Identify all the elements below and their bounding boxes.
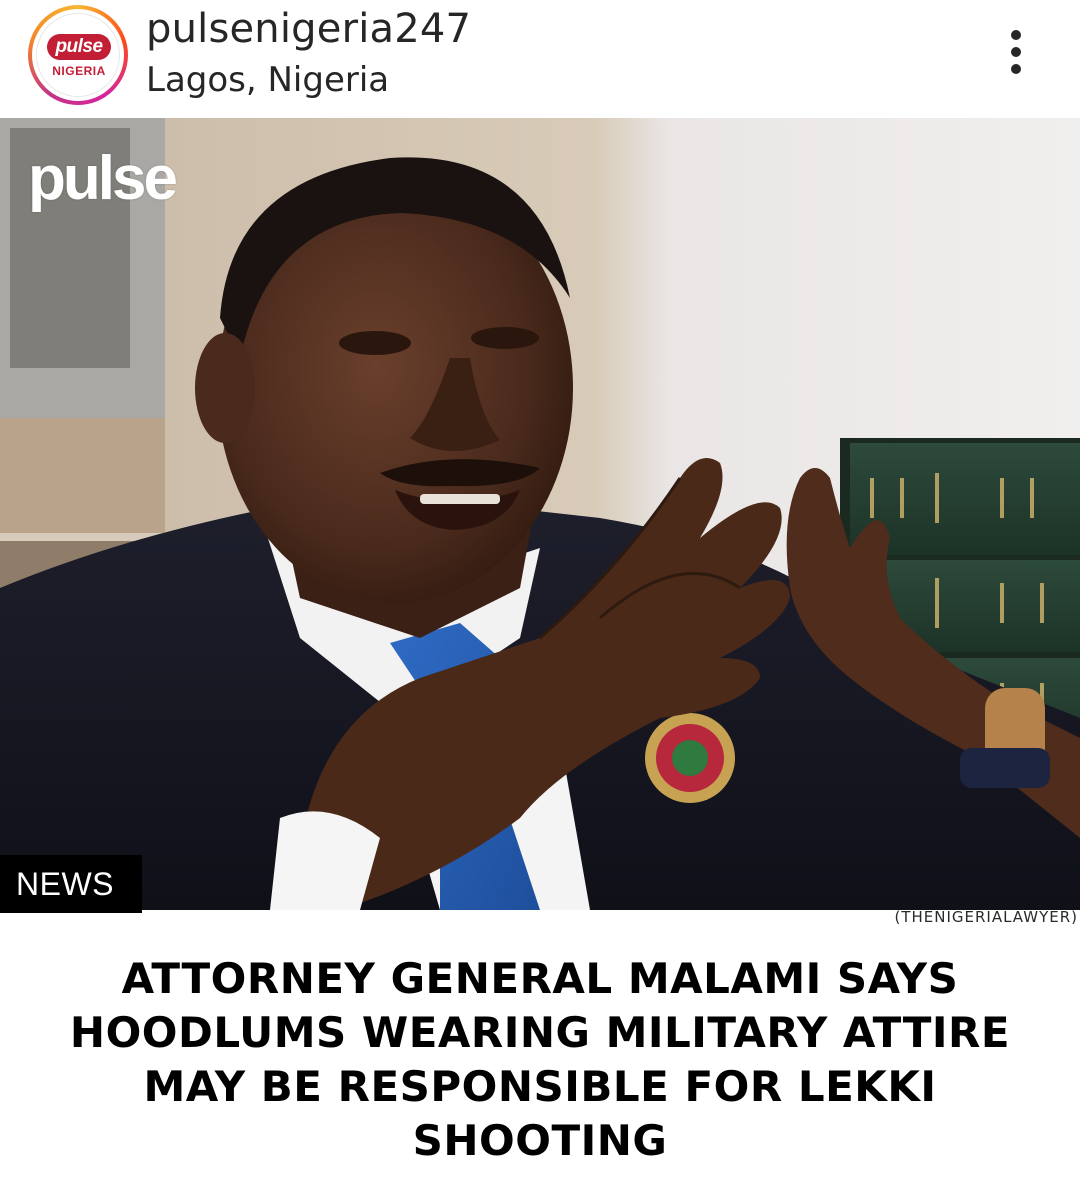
story-ring[interactable]: pulse NIGERIA — [28, 5, 128, 105]
portrait-illustration — [0, 118, 1080, 910]
pulse-watermark: pulse — [28, 144, 178, 213]
instagram-post: pulse NIGERIA pulsenigeria247 Lagos, Nig… — [0, 0, 1080, 1178]
avatar[interactable]: pulse NIGERIA — [32, 9, 124, 101]
photo-credit: (THENIGERIALAWYER) — [894, 908, 1078, 926]
avatar-logo-text: pulse — [47, 34, 111, 60]
avatar-country-text: NIGERIA — [52, 64, 106, 78]
location-link[interactable]: Lagos, Nigeria — [146, 60, 389, 100]
post-image[interactable]: pulse — [0, 118, 1080, 910]
username-link[interactable]: pulsenigeria247 — [146, 6, 471, 52]
headline: ATTORNEY GENERAL MALAMI SAYS HOODLUMS WE… — [69, 954, 1011, 1165]
avatar-logo: pulse NIGERIA — [36, 13, 120, 97]
post-header: pulse NIGERIA pulsenigeria247 Lagos, Nig… — [0, 0, 1080, 118]
category-tag: NEWS — [0, 855, 142, 913]
more-options-button[interactable] — [996, 26, 1036, 78]
